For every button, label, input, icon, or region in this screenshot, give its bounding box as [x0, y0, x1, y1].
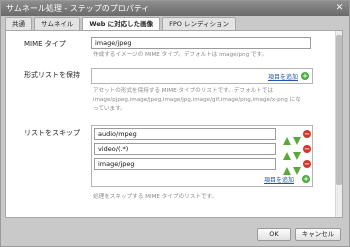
keep-formats-label: 形式リストを保持 [24, 71, 80, 79]
move-down-icon[interactable] [293, 160, 301, 175]
skip-list-hint: 処理をスキップする MIME タイプのリストです。 [93, 194, 218, 200]
mime-type-hint: 作成するイメージの MIME タイプ。デフォルトは image/png です。 [93, 52, 268, 58]
move-up-icon[interactable] [283, 145, 291, 160]
dialog-title: サムネール処理 - ステップのプロパティ [6, 4, 150, 13]
dialog-titlebar[interactable]: サムネール処理 - ステップのプロパティ ✕ [1, 1, 349, 16]
scrollbar-thumb[interactable] [336, 35, 342, 185]
keep-formats-add-link[interactable]: 項目を追加 [268, 72, 298, 81]
tab-bar: 共通 サムネイル Web に対応した画像 FPO レンディション [5, 17, 238, 31]
move-down-icon[interactable] [293, 130, 301, 145]
tab-web-enabled-image[interactable]: Web に対応した画像 [82, 17, 161, 31]
remove-icon[interactable]: − [303, 160, 311, 168]
remove-icon[interactable]: − [303, 145, 311, 153]
skip-item-field-2[interactable]: video/(.*) [94, 143, 276, 155]
tab-fpo-rendition[interactable]: FPO レンディション [162, 17, 237, 30]
tab-thumbnail[interactable]: サムネイル [34, 17, 81, 30]
tab-common[interactable]: 共通 [5, 17, 32, 30]
move-down-icon[interactable] [293, 145, 301, 160]
skip-list-add-link[interactable]: 項目を追加 [264, 175, 294, 184]
tab-panel: MIME タイプ image/jpeg 作成するイメージの MIME タイプ。デ… [5, 30, 343, 218]
move-up-icon[interactable] [283, 160, 291, 175]
remove-icon[interactable]: − [303, 130, 311, 138]
skip-list-label: リストをスキップ [24, 129, 80, 137]
keep-formats-add-icon[interactable]: + [301, 72, 309, 80]
keep-formats-hint: アセットの形式を保持する MIME タイプのリストです。デフォルトでは imag… [93, 88, 301, 112]
scrollbar[interactable] [335, 31, 342, 217]
skip-item-field-3[interactable]: image/jpeg [94, 158, 276, 170]
skip-list-add-icon[interactable]: + [302, 175, 310, 183]
close-icon[interactable]: ✕ [334, 3, 345, 14]
skip-item-field-1[interactable]: audio/mpeg [94, 128, 276, 140]
properties-dialog: サムネール処理 - ステップのプロパティ ✕ 共通 サムネイル Web に対応し… [0, 0, 350, 247]
keep-formats-list: 項目を追加 + [91, 68, 313, 84]
mime-type-label: MIME タイプ [24, 40, 66, 48]
cancel-button[interactable]: キャンセル [295, 228, 341, 241]
ok-button[interactable]: OK [257, 228, 291, 241]
mime-type-field[interactable]: image/jpeg [91, 37, 311, 49]
move-up-icon[interactable] [283, 130, 291, 145]
